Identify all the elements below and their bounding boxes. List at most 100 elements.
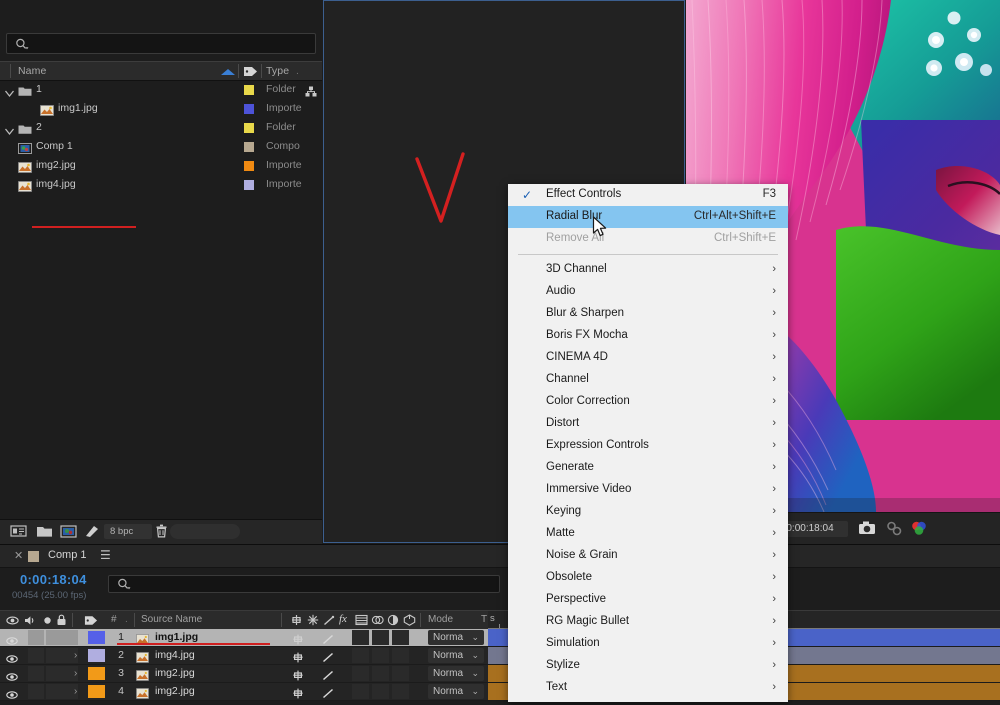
menu-item-radial-blur[interactable]: Radial Blur Ctrl+Alt+Shift+E [508,206,788,228]
solo-toggle-cell[interactable] [46,648,62,663]
three-d-layer-icon[interactable] [403,614,416,626]
audio-speaker-icon[interactable] [24,615,37,626]
chevron-down-icon[interactable] [4,85,15,98]
new-composition-icon[interactable] [60,524,77,538]
panel-menu-icon[interactable]: ☰ [100,548,111,562]
new-folder-icon[interactable] [36,524,53,538]
effect-context-menu[interactable]: ✓ Effect Controls F3 Radial Blur Ctrl+Alt+Sh… [508,184,788,702]
chevron-right-icon[interactable]: › [74,632,77,643]
menu-item-keying[interactable]: Keying › [508,501,788,523]
menu-item-boris-fx-mocha[interactable]: Boris FX Mocha › [508,325,788,347]
sort-ascending-arrow-icon[interactable] [221,69,235,75]
show-channel-icon[interactable] [910,520,928,536]
layer-switch-cell[interactable] [352,630,369,645]
layer-switch-cell[interactable] [372,630,389,645]
project-item-row[interactable]: 2 Folder [0,118,322,137]
menu-item-effect-controls[interactable]: ✓ Effect Controls F3 [508,184,788,206]
project-item-row[interactable]: img2.jpg Importe [0,156,322,175]
menu-item-color-correction[interactable]: Color Correction › [508,391,788,413]
project-item-row[interactable]: Comp 1 Compo [0,137,322,156]
audio-toggle-cell[interactable] [28,648,44,663]
label-color-swatch[interactable] [244,85,254,95]
audio-toggle-cell[interactable] [28,666,44,681]
project-item-row[interactable]: img4.jpg Importe [0,175,322,194]
chevron-down-icon[interactable] [4,123,15,136]
project-item-row[interactable]: 1 Folder [0,80,322,99]
solo-icon[interactable] [42,615,53,626]
project-toolbar-field[interactable] [170,524,240,539]
interpret-footage-icon[interactable] [10,524,27,538]
timeline-layer-row[interactable]: › 2 img4.jpg Norma ⌄ [0,647,488,665]
chevron-right-icon[interactable]: › [74,668,77,679]
delete-icon[interactable] [155,524,168,538]
timeline-layer-row[interactable]: › 3 img2.jpg Norma ⌄ [0,665,488,683]
menu-item-immersive-video[interactable]: Immersive Video › [508,479,788,501]
layer-switch-cell[interactable] [392,666,409,681]
label-color-swatch[interactable] [244,123,254,133]
menu-item-perspective[interactable]: Perspective › [508,589,788,611]
chevron-right-icon[interactable]: › [74,686,77,697]
layer-blend-mode-dropdown[interactable]: Norma ⌄ [428,630,484,645]
menu-item-noise-grain[interactable]: Noise & Grain › [508,545,788,567]
menu-item-stylize[interactable]: Stylize › [508,655,788,677]
timeline-tab-comp1[interactable]: ✕ Comp 1 ☰ [6,545,118,567]
layer-switch-cell[interactable] [352,684,369,699]
quality-icon[interactable] [322,686,334,704]
lock-icon[interactable] [56,614,67,626]
bit-depth-button[interactable]: 8 bpc [104,524,152,539]
solo-toggle-cell[interactable] [46,684,62,699]
menu-item-simulation[interactable]: Simulation › [508,633,788,655]
layer-switch-cell[interactable] [352,648,369,663]
shy-icon[interactable] [292,686,304,704]
project-settings-icon[interactable] [84,524,101,538]
timeline-layer-row[interactable]: › 4 img2.jpg Norma ⌄ [0,683,488,701]
shy-icon[interactable] [290,614,303,626]
layer-color-swatch[interactable] [88,685,105,698]
menu-item-matte[interactable]: Matte › [508,523,788,545]
menu-item-blur-sharpen[interactable]: Blur & Sharpen › [508,303,788,325]
layer-switch-cell[interactable] [352,666,369,681]
label-color-swatch[interactable] [244,180,254,190]
column-header-type[interactable]: Type [266,65,289,77]
layer-blend-mode-dropdown[interactable]: Norma ⌄ [428,648,484,663]
collapse-transformations-icon[interactable] [307,614,319,626]
audio-toggle-cell[interactable] [28,630,44,645]
layer-switch-cell[interactable] [392,684,409,699]
effects-fx-icon[interactable]: fx [339,613,347,625]
layer-color-swatch[interactable] [88,667,105,680]
menu-item-expression-controls[interactable]: Expression Controls › [508,435,788,457]
layer-color-swatch[interactable] [88,631,105,644]
tag-icon[interactable] [243,66,258,77]
project-item-row[interactable]: img1.jpg Importe [0,99,322,118]
label-color-swatch[interactable] [244,161,254,171]
adjustment-layer-icon[interactable] [387,614,399,626]
motion-blur-icon[interactable] [371,614,384,626]
audio-toggle-cell[interactable] [28,684,44,699]
menu-item-text[interactable]: Text › [508,677,788,699]
layer-switch-cell[interactable] [372,648,389,663]
column-header-name[interactable]: Name [18,65,46,77]
layer-switch-cell[interactable] [392,630,409,645]
layer-color-swatch[interactable] [88,649,105,662]
timeline-current-time[interactable]: 0:00:18:04 [20,572,87,587]
layer-switch-cell[interactable] [392,648,409,663]
layer-switch-cell[interactable] [372,684,389,699]
label-tag-icon[interactable] [84,615,98,626]
chevron-right-icon[interactable]: › [74,650,77,661]
layer-blend-mode-dropdown[interactable]: Norma ⌄ [428,684,484,699]
snapshot-camera-icon[interactable] [858,520,876,536]
project-column-header[interactable]: Name Type . [0,61,322,81]
layer-switch-cell[interactable] [372,666,389,681]
frame-blending-icon[interactable] [355,614,368,626]
solo-toggle-cell[interactable] [46,630,62,645]
menu-item-rg-magic-bullet[interactable]: RG Magic Bullet › [508,611,788,633]
menu-item-distort[interactable]: Distort › [508,413,788,435]
close-icon[interactable]: ✕ [14,549,23,563]
layer-blend-mode-dropdown[interactable]: Norma ⌄ [428,666,484,681]
label-color-swatch[interactable] [244,104,254,114]
menu-item-3d-channel[interactable]: 3D Channel › [508,259,788,281]
project-search-input[interactable] [6,33,316,54]
video-eye-icon[interactable] [6,615,19,626]
solo-toggle-cell[interactable] [46,666,62,681]
timeline-search-input[interactable] [108,575,500,593]
